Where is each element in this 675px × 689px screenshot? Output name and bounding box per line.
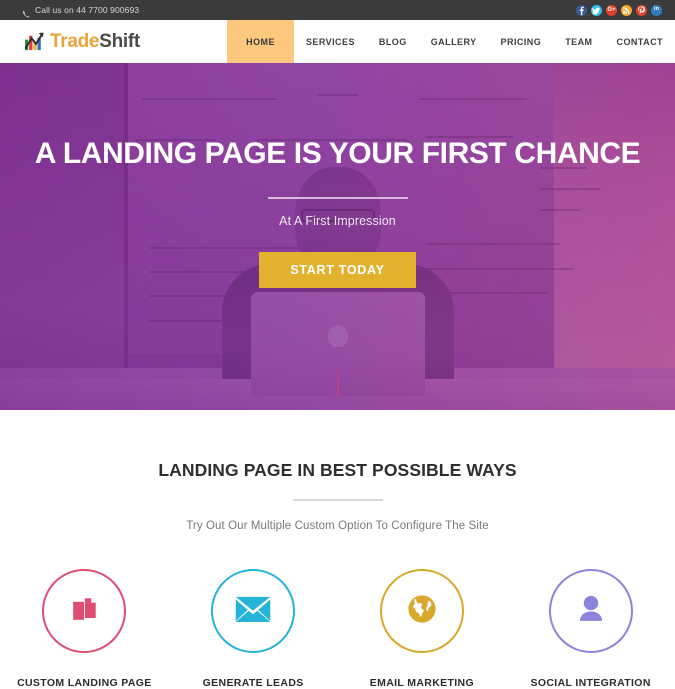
nav-item-team[interactable]: TEAM [553,20,604,63]
feature-label: EMAIL MARKETING [369,677,474,689]
nav-item-services[interactable]: SERVICES [294,20,367,63]
linkedin-icon[interactable]: in [651,4,662,16]
nav-item-pricing[interactable]: PRICING [489,20,554,63]
feature-label: GENERATE LEADS [202,677,304,689]
nav-item-contact[interactable]: CONTACT [605,20,675,63]
bar-chart-arrow-icon [24,32,45,52]
feature-circle [379,569,464,653]
hero-divider [267,197,408,199]
facebook-icon[interactable] [576,4,587,16]
logo-text: TradeShift [50,32,140,51]
globe-icon [405,592,439,631]
top-bar: Call us on 44 7700 900693 G+ in [0,0,675,20]
logo-text-first: Trade [50,31,100,52]
logo[interactable]: TradeShift [0,20,140,63]
feature-circle [548,569,633,653]
phone-icon [22,6,30,18]
main-nav: HOME SERVICES BLOG GALLERY PRICING TEAM … [227,20,675,63]
twitter-icon[interactable] [591,4,602,16]
section-subheading: Try Out Our Multiple Custom Option To Co… [186,520,489,532]
feature-card-email-marketing[interactable]: EMAIL MARKETING [338,569,507,689]
feature-label: CUSTOM LANDING PAGE [17,677,152,689]
hero-subtitle: At A First Impression [279,214,396,228]
feature-card-social-integration[interactable]: SOCIAL INTEGRATION [506,569,675,689]
nav-item-home[interactable]: HOME [227,20,294,63]
nav-item-blog[interactable]: BLOG [367,20,419,63]
site-header: TradeShift HOME SERVICES BLOG GALLERY PR… [0,20,675,63]
google-plus-icon[interactable]: G+ [606,4,617,16]
phone-contact[interactable]: Call us on 44 7700 900693 [22,5,140,18]
pinterest-icon[interactable] [636,4,647,16]
feature-card-custom-landing-page[interactable]: CUSTOM LANDING PAGE [0,569,169,689]
nav-item-gallery[interactable]: GALLERY [419,20,489,63]
person-icon [574,592,608,631]
section-heading: LANDING PAGE IN BEST POSSIBLE WAYS [158,460,517,480]
phone-text: Call us on 44 7700 900693 [35,5,140,15]
rss-icon[interactable] [621,4,632,16]
logo-text-second: Shift [99,31,140,52]
documents-icon [66,591,102,632]
hero-title: A LANDING PAGE IS YOUR FIRST CHANCE [34,137,641,170]
envelope-icon [234,595,272,628]
feature-circle [42,569,127,653]
feature-cards: CUSTOM LANDING PAGE GENERATE LEADS EMAIL… [0,569,675,689]
start-today-button[interactable]: START TODAY [259,252,416,288]
section-divider [292,499,383,501]
social-links: G+ in [576,4,667,16]
features-section: LANDING PAGE IN BEST POSSIBLE WAYS Try O… [0,410,675,689]
feature-card-generate-leads[interactable]: GENERATE LEADS [169,569,338,689]
feature-label: SOCIAL INTEGRATION [530,677,651,689]
hero-content: A LANDING PAGE IS YOUR FIRST CHANCE At A… [0,63,675,410]
feature-circle [211,569,296,653]
hero-banner: A LANDING PAGE IS YOUR FIRST CHANCE At A… [0,63,675,410]
